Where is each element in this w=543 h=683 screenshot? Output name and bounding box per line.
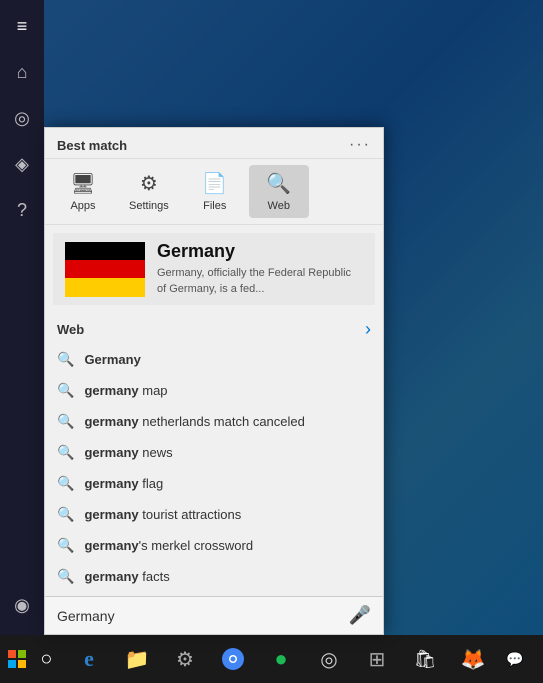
taskbar-edge-icon[interactable]: e [67, 635, 111, 683]
result-text: germany news [84, 445, 172, 460]
tab-settings[interactable]: ⚙ Settings [117, 165, 181, 218]
web-section-arrow-icon[interactable]: › [365, 319, 371, 340]
tab-settings-label: Settings [129, 200, 169, 212]
files-icon: 📄 [202, 171, 227, 196]
sidebar-hamburger-icon[interactable]: ≡ [0, 4, 44, 48]
list-item[interactable]: 🔍 germany's merkel crossword [45, 530, 383, 561]
taskbar-settings-icon[interactable]: ⚙ [163, 635, 207, 683]
taskbar-chrome-icon[interactable] [211, 635, 255, 683]
result-text: germany's merkel crossword [84, 538, 253, 553]
germany-flag [65, 242, 145, 297]
sidebar-bulb-icon[interactable]: ◈ [0, 142, 44, 186]
sidebar-home-icon[interactable]: ⌂ [0, 50, 44, 94]
taskbar-spotify-icon[interactable]: ● [259, 635, 303, 683]
list-item[interactable]: 🔍 germany flag [45, 468, 383, 499]
web-search-icon: 🔍 [266, 171, 291, 196]
result-text: germany facts [84, 569, 169, 584]
result-text: Germany [84, 352, 140, 367]
flag-yellow-stripe [65, 278, 145, 296]
sidebar-circle-icon[interactable]: ◎ [0, 96, 44, 140]
list-item[interactable]: 🔍 germany tourist attractions [45, 499, 383, 530]
search-results-list: 🔍 Germany 🔍 germany map 🔍 germany nether… [45, 344, 383, 596]
start-menu: Best match ··· 🖥 Apps ⚙ Settings 📄 Files… [44, 127, 384, 635]
desktop: ≡ ⌂ ◎ ◈ ? ◉ Best match ··· 🖥 Apps ⚙ Sett… [0, 0, 543, 683]
taskbar-firefox-icon[interactable]: 🦊 [451, 635, 495, 683]
list-item[interactable]: 🔍 germany netherlands match canceled [45, 406, 383, 437]
search-icon: 🔍 [57, 568, 74, 585]
sidebar-question-icon[interactable]: ? [0, 188, 44, 232]
search-query-text: Germany [57, 608, 115, 624]
taskbar: ○ e 📁 ⚙ ● ◎ ⊞ 🛍 🦊 💬 [0, 635, 543, 683]
best-match-description: Germany, officially the Federal Republic… [157, 266, 363, 297]
apps-icon: 🖥 [70, 171, 95, 196]
tab-files-label: Files [203, 200, 226, 212]
taskbar-search-button[interactable]: ○ [34, 635, 59, 683]
search-icon: 🔍 [57, 506, 74, 523]
web-section-header: Web › [45, 313, 383, 344]
best-match-text-block: Germany Germany, officially the Federal … [157, 241, 363, 297]
result-text: germany netherlands match canceled [84, 414, 304, 429]
list-item[interactable]: 🔍 germany map [45, 375, 383, 406]
more-options-button[interactable]: ··· [349, 136, 371, 154]
taskbar-folder-icon[interactable]: 📁 [115, 635, 159, 683]
tab-web[interactable]: 🔍 Web [249, 165, 309, 218]
list-item[interactable]: 🔍 germany facts [45, 561, 383, 592]
list-item[interactable]: 🔍 Germany [45, 344, 383, 375]
tab-apps-label: Apps [70, 200, 95, 212]
taskbar-notification-icon[interactable]: 💬 [495, 635, 535, 683]
chrome-svg [222, 648, 244, 670]
search-icon: 🔍 [57, 413, 74, 430]
taskbar-app-icons: e 📁 ⚙ ● ◎ ⊞ 🛍 🦊 [67, 635, 495, 683]
taskbar-right-area: 💬 [495, 635, 543, 683]
sidebar-person-icon[interactable]: ◉ [0, 583, 44, 627]
search-box[interactable]: Germany 🎤 [45, 596, 383, 634]
left-sidebar: ≡ ⌂ ◎ ◈ ? ◉ [0, 0, 44, 635]
search-icon: 🔍 [57, 537, 74, 554]
taskbar-grid-icon[interactable]: ⊞ [355, 635, 399, 683]
tab-web-label: Web [268, 200, 290, 212]
web-section-label: Web [57, 322, 84, 337]
result-text: germany flag [84, 476, 163, 491]
microphone-icon[interactable]: 🎤 [349, 605, 371, 626]
best-match-result[interactable]: Germany Germany, officially the Federal … [53, 233, 375, 305]
menu-header: Best match ··· [45, 128, 383, 159]
tab-apps[interactable]: 🖥 Apps [53, 165, 113, 218]
flag-black-stripe [65, 242, 145, 260]
best-match-title: Germany [157, 241, 363, 262]
flag-red-stripe [65, 260, 145, 278]
result-text: germany tourist attractions [84, 507, 241, 522]
result-text: germany map [84, 383, 167, 398]
start-button[interactable] [0, 635, 34, 683]
taskbar-store-icon[interactable]: 🛍 [403, 635, 447, 683]
list-item[interactable]: 🔍 germany news [45, 437, 383, 468]
tab-files[interactable]: 📄 Files [185, 165, 245, 218]
settings-icon: ⚙ [140, 171, 158, 196]
search-icon: 🔍 [57, 382, 74, 399]
windows-icon [8, 650, 26, 668]
menu-tabs: 🖥 Apps ⚙ Settings 📄 Files 🔍 Web [45, 159, 383, 225]
search-icon: 🔍 [57, 475, 74, 492]
search-icon: 🔍 [57, 351, 74, 368]
search-icon: 🔍 [57, 444, 74, 461]
taskbar-camera-icon[interactable]: ◎ [307, 635, 351, 683]
best-match-label: Best match [57, 138, 127, 153]
